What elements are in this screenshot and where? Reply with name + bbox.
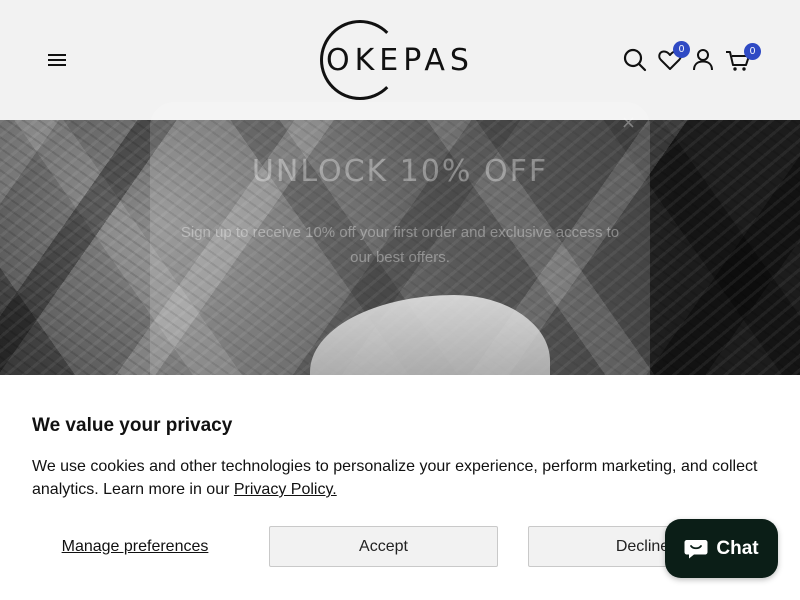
privacy-title: We value your privacy (32, 415, 233, 436)
menu-button[interactable] (48, 50, 70, 70)
chat-label: Chat (716, 537, 759, 559)
search-button[interactable] (622, 47, 648, 73)
cart-count-badge: 0 (744, 43, 761, 60)
user-icon (693, 49, 713, 71)
popup-title: UNLOCK 10% OFF (251, 154, 549, 189)
popup-text: Sign up to receive 10% off your first or… (180, 224, 620, 266)
wishlist-count-badge: 0 (673, 41, 690, 58)
logo-text: OKEPAS (326, 42, 474, 78)
privacy-body: We use cookies and other technologies to… (32, 458, 758, 498)
accept-button[interactable]: Accept (269, 526, 498, 567)
close-icon[interactable]: × (621, 112, 636, 133)
chat-bubble-icon (684, 539, 708, 558)
cart-button[interactable]: 0 (725, 43, 761, 73)
account-button[interactable] (690, 47, 716, 73)
signup-popup: × UNLOCK 10% OFF Sign up to receive 10% … (150, 102, 650, 380)
logo[interactable]: OKEPAS (320, 18, 480, 102)
privacy-text: We use cookies and other technologies to… (32, 455, 762, 501)
search-icon (623, 48, 647, 72)
wishlist-button[interactable]: 0 (657, 41, 690, 73)
privacy-policy-link[interactable]: Privacy Policy. (234, 481, 337, 498)
chat-button[interactable]: Chat (665, 519, 778, 578)
menu-icon (48, 54, 66, 56)
manage-preferences-button[interactable]: Manage preferences (32, 526, 238, 567)
